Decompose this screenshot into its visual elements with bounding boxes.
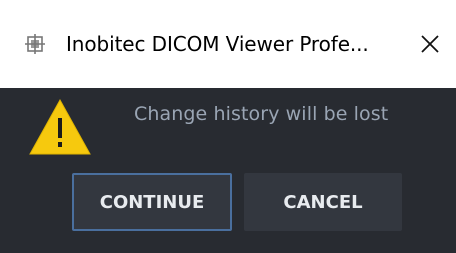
close-icon[interactable] <box>412 26 448 62</box>
dialog-window: Inobitec DICOM Viewer Profe... Change hi… <box>0 0 456 253</box>
dialog-body: Change history will be lost CONTINUE CAN… <box>0 88 456 253</box>
cancel-button[interactable]: CANCEL <box>244 173 402 231</box>
continue-button[interactable]: CONTINUE <box>72 173 232 231</box>
title-bar[interactable]: Inobitec DICOM Viewer Profe... <box>0 0 456 88</box>
window-title: Inobitec DICOM Viewer Profe... <box>66 32 369 56</box>
warning-triangle-icon <box>29 98 91 155</box>
inobitec-app-icon <box>25 34 45 54</box>
dialog-message: Change history will be lost <box>134 103 389 125</box>
